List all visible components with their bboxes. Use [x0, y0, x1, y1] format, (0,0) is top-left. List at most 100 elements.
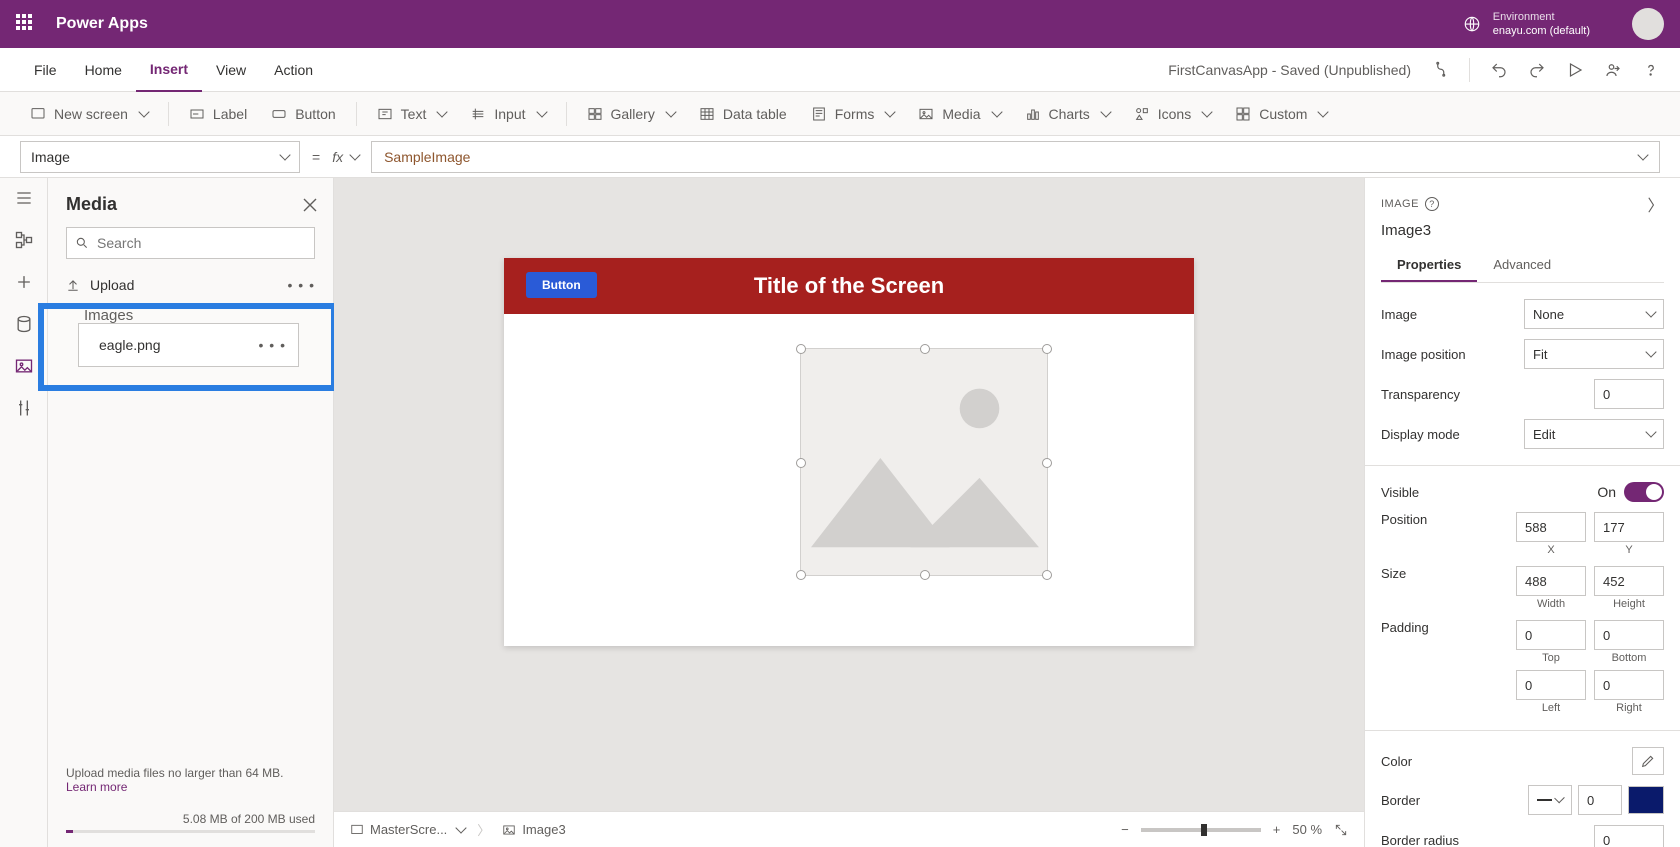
canvas-button-control[interactable]: Button: [526, 272, 597, 298]
more-icon[interactable]: • • •: [259, 337, 286, 353]
border-color-swatch[interactable]: [1628, 786, 1664, 814]
border-width-input[interactable]: 0: [1578, 785, 1622, 815]
left-rail: [0, 178, 48, 847]
ribbon-forms[interactable]: Forms: [801, 100, 905, 128]
ribbon-icons-label: Icons: [1158, 106, 1191, 122]
formula-bar: Image = fx SampleImage: [0, 136, 1680, 178]
data-icon[interactable]: [14, 314, 34, 334]
chevron-down-icon: [1645, 306, 1656, 317]
ribbon-custom[interactable]: Custom: [1225, 100, 1337, 128]
border-style-input[interactable]: [1528, 785, 1572, 815]
breadcrumb-screen[interactable]: MasterScre...: [350, 822, 465, 837]
menu-home[interactable]: Home: [71, 48, 136, 92]
visible-toggle[interactable]: [1624, 482, 1664, 502]
icons-icon: [1134, 106, 1150, 122]
zoom-slider[interactable]: [1141, 828, 1261, 832]
chevron-down-icon: [279, 149, 290, 160]
formula-input[interactable]: SampleImage: [371, 141, 1660, 173]
chevron-down-icon: [1645, 426, 1656, 437]
checker-icon[interactable]: [1431, 61, 1449, 79]
upload-icon: [66, 278, 80, 292]
input-icon: [470, 106, 486, 122]
user-avatar[interactable]: [1632, 8, 1664, 40]
image-placeholder-icon: [801, 349, 1047, 575]
help-icon[interactable]: [1642, 61, 1660, 79]
prop-pad-left-input[interactable]: 0: [1516, 670, 1586, 700]
zoom-in-button[interactable]: +: [1273, 822, 1281, 837]
control-type-label: IMAGE: [1381, 198, 1419, 210]
ribbon-new-screen[interactable]: New screen: [20, 100, 158, 128]
breadcrumb-control[interactable]: Image3: [502, 822, 565, 837]
upload-button[interactable]: Upload: [66, 277, 134, 293]
menu-action[interactable]: Action: [260, 48, 327, 92]
media-search[interactable]: [66, 227, 315, 259]
prop-image-position-input[interactable]: Fit: [1524, 339, 1664, 369]
prop-pad-right-input[interactable]: 0: [1594, 670, 1664, 700]
ribbon-media-label: Media: [942, 106, 980, 122]
environment-block[interactable]: Environment enayu.com (default): [1493, 10, 1590, 39]
redo-icon[interactable]: [1528, 61, 1546, 79]
ribbon-input[interactable]: Input: [460, 100, 555, 128]
prop-height-input[interactable]: 452: [1594, 566, 1664, 596]
menu-insert[interactable]: Insert: [136, 48, 202, 92]
more-icon[interactable]: • • •: [288, 277, 315, 293]
prop-pos-y-input[interactable]: 177: [1594, 512, 1664, 542]
color-swatch[interactable]: [1632, 747, 1664, 775]
forms-icon: [811, 106, 827, 122]
ribbon-data-table[interactable]: Data table: [689, 100, 797, 128]
close-icon[interactable]: [303, 198, 317, 212]
prop-display-mode-input[interactable]: Edit: [1524, 419, 1664, 449]
add-icon[interactable]: [14, 272, 34, 292]
tab-properties[interactable]: Properties: [1381, 249, 1477, 282]
environment-icon: [1463, 15, 1481, 33]
image-control[interactable]: [800, 348, 1048, 576]
menu-view[interactable]: View: [202, 48, 260, 92]
fx-icon[interactable]: fx: [332, 149, 359, 165]
share-icon[interactable]: [1604, 61, 1622, 79]
ribbon-label[interactable]: Label: [179, 100, 257, 128]
ribbon-media[interactable]: Media: [908, 100, 1010, 128]
screen-canvas[interactable]: Button Title of the Screen: [504, 258, 1194, 646]
prop-pos-x-input[interactable]: 588: [1516, 512, 1586, 542]
prop-image-input[interactable]: None: [1524, 299, 1664, 329]
media-item[interactable]: eagle.png • • •: [78, 323, 299, 367]
prop-transparency-label: Transparency: [1381, 387, 1460, 402]
chevron-down-icon: [665, 106, 676, 117]
ribbon: New screen Label Button Text Input Galle…: [0, 92, 1680, 136]
charts-icon: [1025, 106, 1041, 122]
title-bar: Power Apps Environment enayu.com (defaul…: [0, 0, 1680, 48]
prop-visible-label: Visible: [1381, 485, 1419, 500]
property-selector[interactable]: Image: [20, 141, 300, 173]
learn-more-link[interactable]: Learn more: [66, 780, 127, 794]
prop-transparency-input[interactable]: 0: [1594, 379, 1664, 409]
chevron-down-icon: [1318, 106, 1329, 117]
ribbon-gallery[interactable]: Gallery: [577, 100, 685, 128]
tools-icon[interactable]: [14, 398, 34, 418]
breadcrumb-screen-name: MasterScre...: [370, 822, 447, 837]
hamburger-icon[interactable]: [14, 188, 34, 208]
ribbon-icons[interactable]: Icons: [1124, 100, 1221, 128]
ribbon-charts[interactable]: Charts: [1015, 100, 1120, 128]
prop-width-input[interactable]: 488: [1516, 566, 1586, 596]
help-icon[interactable]: ?: [1425, 197, 1439, 211]
ribbon-button[interactable]: Button: [261, 100, 345, 128]
prop-image-label: Image: [1381, 307, 1417, 322]
fit-screen-icon[interactable]: [1334, 823, 1348, 837]
chevron-down-icon: [1100, 106, 1111, 117]
zoom-out-button[interactable]: −: [1121, 822, 1129, 837]
tab-advanced[interactable]: Advanced: [1477, 249, 1567, 282]
environment-label: Environment: [1493, 10, 1590, 24]
ribbon-text[interactable]: Text: [367, 100, 457, 128]
prop-pad-bottom-input[interactable]: 0: [1594, 620, 1664, 650]
play-icon[interactable]: [1566, 61, 1584, 79]
menu-file[interactable]: File: [20, 48, 71, 92]
tree-view-icon[interactable]: [14, 230, 34, 250]
media-rail-icon[interactable]: [14, 356, 34, 376]
app-launcher-icon[interactable]: [16, 14, 36, 34]
prop-image-position-label: Image position: [1381, 347, 1466, 362]
undo-icon[interactable]: [1490, 61, 1508, 79]
expand-icon[interactable]: 〉: [1647, 192, 1664, 216]
prop-pad-top-input[interactable]: 0: [1516, 620, 1586, 650]
border-radius-input[interactable]: 0: [1594, 825, 1664, 847]
media-search-input[interactable]: [97, 235, 306, 251]
